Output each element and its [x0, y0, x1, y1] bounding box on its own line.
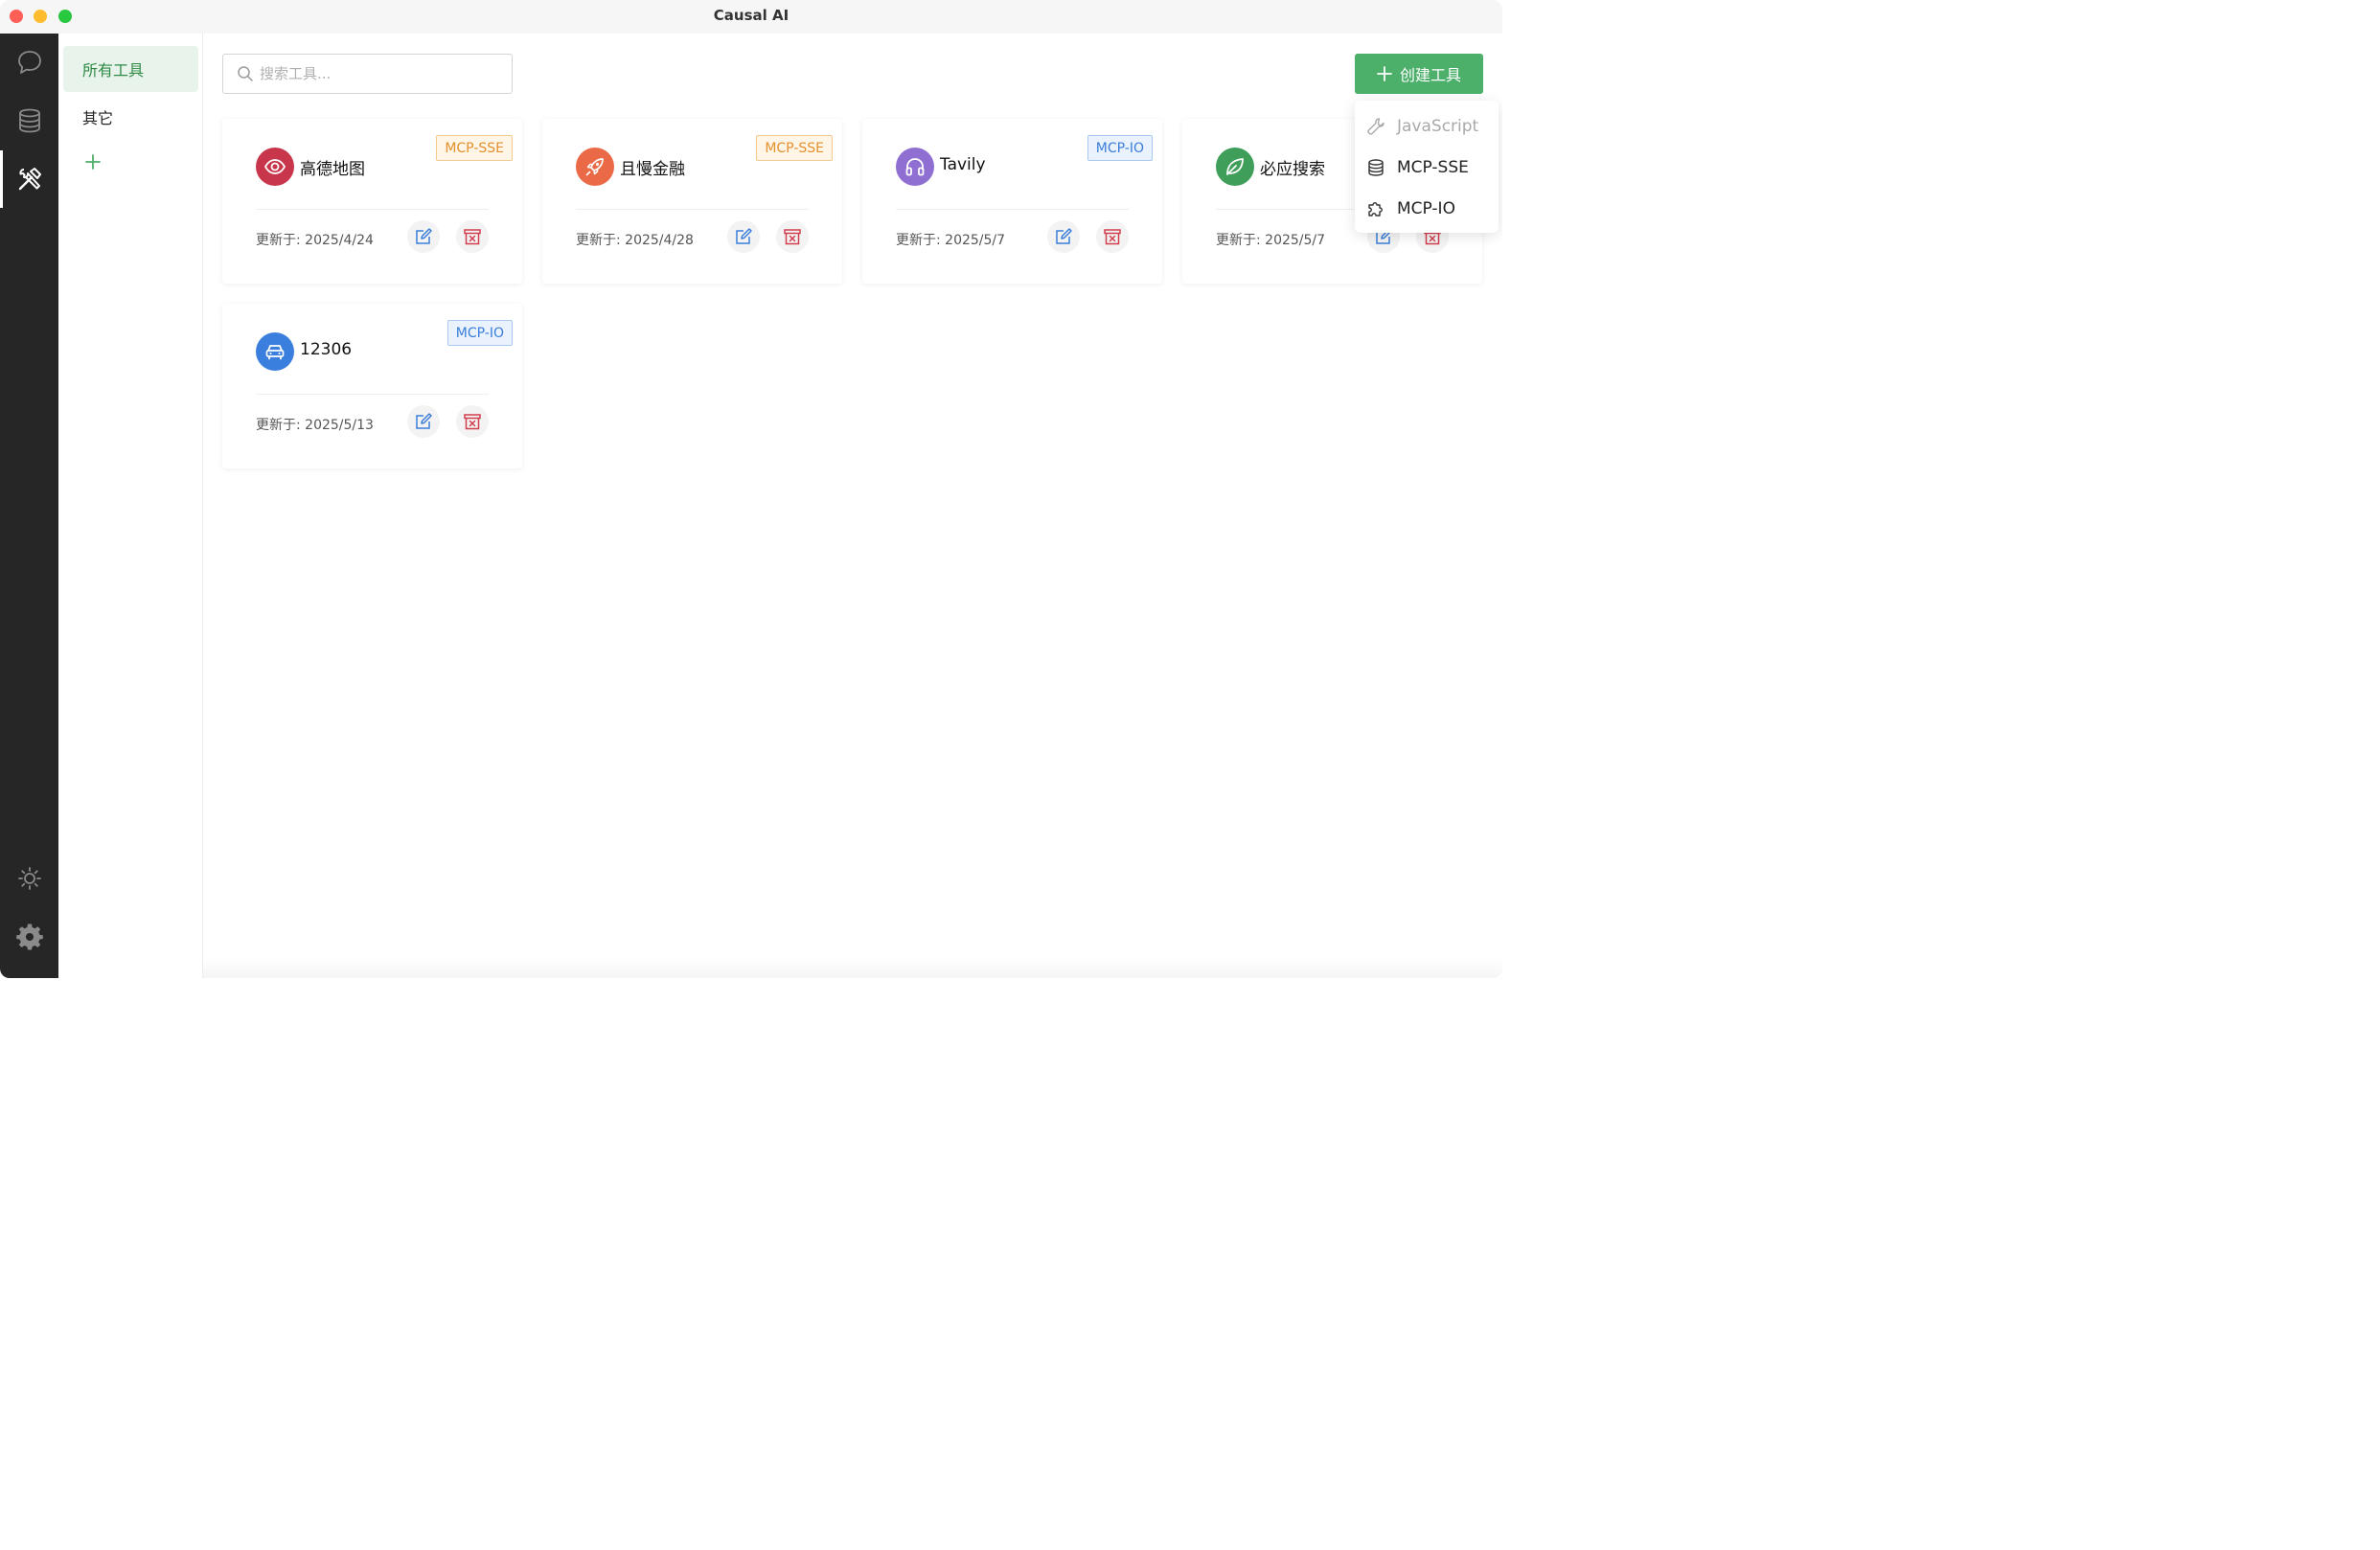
tool-card[interactable]: 且慢金融 MCP-SSE 更新于: 2025/4/28: [542, 119, 842, 284]
search-box[interactable]: [222, 54, 513, 94]
trash-icon: [784, 229, 801, 245]
tool-updated-date: 更新于: 2025/4/24: [256, 233, 374, 248]
plus-icon: [1377, 66, 1392, 81]
rail-item-theme[interactable]: [0, 850, 58, 907]
menu-item-label: MCP-SSE: [1397, 158, 1469, 177]
category-panel: 所有工具 其它: [58, 34, 203, 978]
content-bottom-fade: [203, 958, 1502, 978]
menu-item-label: JavaScript: [1397, 117, 1479, 136]
edit-icon: [1056, 228, 1072, 244]
tool-card[interactable]: 高德地图 MCP-SSE 更新于: 2025/4/24: [222, 119, 522, 284]
leaf-icon: [1226, 158, 1244, 175]
card-divider: [896, 209, 1129, 210]
search-input[interactable]: [260, 65, 509, 82]
tool-updated-date: 更新于: 2025/5/7: [896, 233, 1006, 248]
rocket-icon: [585, 158, 604, 176]
delete-tool-button[interactable]: [776, 220, 809, 253]
headphones-icon: [905, 158, 925, 176]
edit-icon: [736, 228, 752, 244]
tool-avatar: [1216, 148, 1254, 186]
delete-tool-button[interactable]: [456, 405, 489, 438]
nav-rail: [0, 34, 58, 978]
tool-type-badge: MCP-IO: [446, 320, 513, 346]
sun-icon: [17, 867, 41, 890]
database-icon: [1368, 159, 1384, 176]
car-icon: [265, 345, 285, 360]
edit-tool-button[interactable]: [407, 220, 440, 253]
gear-icon: [15, 923, 43, 950]
tool-avatar: [256, 332, 294, 371]
rail-item-settings[interactable]: [0, 908, 58, 966]
tool-updated-date: 更新于: 2025/5/7: [1216, 233, 1326, 248]
edit-icon: [416, 413, 432, 429]
menu-item-label: MCP-IO: [1397, 199, 1455, 218]
trash-icon: [464, 229, 481, 245]
tool-type-badge: MCP-IO: [1087, 135, 1153, 161]
tool-avatar: [896, 148, 934, 186]
menu-item-javascript[interactable]: JavaScript: [1355, 107, 1499, 146]
trash-icon: [1104, 229, 1121, 245]
tool-type-badge: MCP-SSE: [436, 135, 513, 161]
database-icon: [18, 108, 40, 133]
title-bar: Causal AI: [0, 0, 1502, 34]
card-divider: [256, 209, 489, 210]
rail-item-chat[interactable]: [0, 34, 58, 91]
chat-bubble-icon: [17, 51, 41, 74]
tool-card[interactable]: 12306 MCP-IO 更新于: 2025/5/13: [222, 304, 522, 468]
tool-name: 12306: [300, 340, 353, 359]
edit-tool-button[interactable]: [407, 405, 440, 438]
eye-icon: [263, 159, 286, 174]
add-category-icon[interactable]: [83, 152, 103, 171]
window-title: Causal AI: [713, 7, 790, 24]
category-all-tools[interactable]: 所有工具: [63, 46, 198, 92]
tool-name: Tavily: [940, 155, 986, 174]
card-divider: [576, 209, 809, 210]
puzzle-icon: [1368, 202, 1383, 217]
app-window: Causal AI 所有工具 其它 搜索工具... 创建工具 高德地图 MCP-…: [0, 0, 1502, 978]
category-other[interactable]: 其它: [63, 94, 198, 140]
tool-type-badge: MCP-SSE: [756, 135, 833, 161]
create-tool-button[interactable]: 创建工具: [1355, 54, 1483, 94]
tool-updated-date: 更新于: 2025/4/28: [576, 233, 694, 248]
card-divider: [256, 394, 489, 395]
tool-card[interactable]: Tavily MCP-IO 更新于: 2025/5/7: [862, 119, 1162, 284]
edit-tool-button[interactable]: [1047, 220, 1080, 253]
tool-name: 且慢金融: [620, 160, 685, 179]
rail-item-tools[interactable]: [0, 150, 58, 208]
tools-icon: [18, 168, 41, 191]
trash-icon: [464, 414, 481, 430]
tool-name: 必应搜索: [1260, 160, 1325, 179]
create-tool-menu: JavaScript MCP-SSE MCP-IO: [1355, 101, 1499, 233]
search-icon: [238, 66, 253, 81]
delete-tool-button[interactable]: [456, 220, 489, 253]
tool-updated-date: 更新于: 2025/5/13: [256, 418, 374, 433]
edit-tool-button[interactable]: [727, 220, 760, 253]
create-tool-label: 创建工具: [1399, 66, 1461, 84]
wrench-icon: [1367, 118, 1385, 135]
tool-name: 高德地图: [300, 160, 365, 179]
edit-icon: [416, 228, 432, 244]
tool-avatar: [576, 148, 614, 186]
rail-item-database[interactable]: [0, 92, 58, 149]
tool-avatar: [256, 148, 294, 186]
menu-item-mcp-sse[interactable]: MCP-SSE: [1355, 148, 1499, 187]
delete-tool-button[interactable]: [1096, 220, 1129, 253]
menu-item-mcp-io[interactable]: MCP-IO: [1355, 190, 1499, 228]
